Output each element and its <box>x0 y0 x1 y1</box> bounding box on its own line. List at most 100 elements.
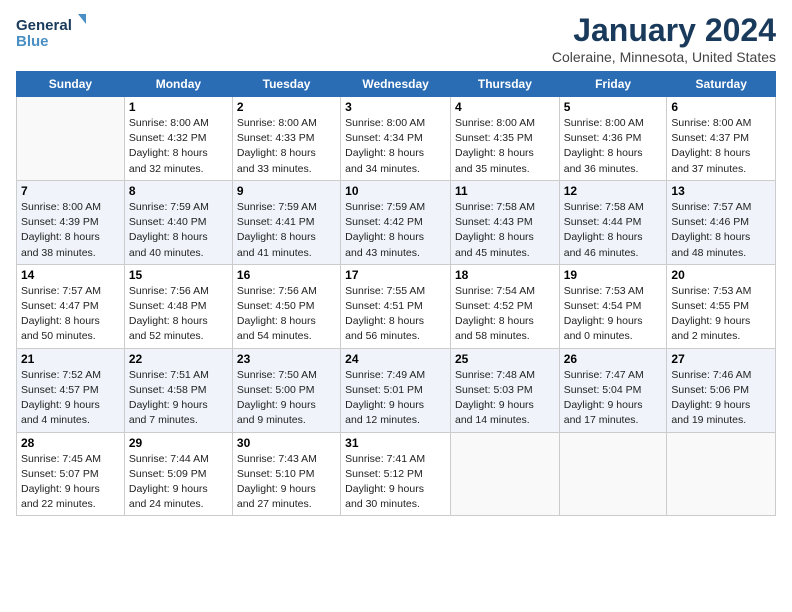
day-number: 13 <box>671 184 771 198</box>
calendar-cell: 31 Sunrise: 7:41 AMSunset: 5:12 PMDayligh… <box>341 432 451 516</box>
day-info: Sunrise: 7:54 AMSunset: 4:52 PMDaylight:… <box>455 284 555 345</box>
calendar-cell: 11Sunrise: 7:58 AMSunset: 4:43 PMDayligh… <box>450 180 559 264</box>
calendar-table: SundayMondayTuesdayWednesdayThursdayFrid… <box>16 71 776 516</box>
calendar-cell: 20 Sunrise: 7:53 AMSunset: 4:55 PMDayligh… <box>667 264 776 348</box>
calendar-cell: 30 Sunrise: 7:43 AMSunset: 5:10 PMDayligh… <box>232 432 340 516</box>
day-number: 25 <box>455 352 555 366</box>
calendar-cell: 21 Sunrise: 7:52 AMSunset: 4:57 PMDayligh… <box>17 348 125 432</box>
day-number: 12 <box>564 184 663 198</box>
calendar-cell: 25 Sunrise: 7:48 AMSunset: 5:03 PMDayligh… <box>450 348 559 432</box>
day-number: 26 <box>564 352 663 366</box>
calendar-cell <box>17 97 125 181</box>
day-info: Sunrise: 8:00 AMSunset: 4:37 PMDaylight:… <box>671 116 771 177</box>
calendar-cell: 16Sunrise: 7:56 AMSunset: 4:50 PMDayligh… <box>232 264 340 348</box>
day-info: Sunrise: 8:00 AMSunset: 4:35 PMDaylight:… <box>455 116 555 177</box>
day-number: 24 <box>345 352 446 366</box>
calendar-week-1: 1Sunrise: 8:00 AMSunset: 4:32 PMDaylight… <box>17 97 776 181</box>
day-info: Sunrise: 7:41 AMSunset: 5:12 PMDaylight:… <box>345 452 446 513</box>
day-info: Sunrise: 7:51 AMSunset: 4:58 PMDaylight:… <box>129 368 228 429</box>
day-number: 29 <box>129 436 228 450</box>
day-number: 21 <box>21 352 120 366</box>
day-number: 3 <box>345 100 446 114</box>
day-number: 8 <box>129 184 228 198</box>
col-header-thursday: Thursday <box>450 72 559 97</box>
col-header-monday: Monday <box>124 72 232 97</box>
day-info: Sunrise: 7:55 AMSunset: 4:51 PMDaylight:… <box>345 284 446 345</box>
calendar-cell: 19 Sunrise: 7:53 AMSunset: 4:54 PMDayligh… <box>559 264 667 348</box>
calendar-cell: 7 Sunrise: 8:00 AMSunset: 4:39 PMDaylight… <box>17 180 125 264</box>
header-row: General Blue January 2024 Coleraine, Min… <box>16 12 776 65</box>
day-number: 22 <box>129 352 228 366</box>
day-info: Sunrise: 7:58 AMSunset: 4:44 PMDaylight:… <box>564 200 663 261</box>
logo: General Blue <box>16 12 86 52</box>
day-number: 4 <box>455 100 555 114</box>
day-info: Sunrise: 7:53 AMSunset: 4:54 PMDaylight:… <box>564 284 663 345</box>
day-number: 31 <box>345 436 446 450</box>
day-number: 23 <box>237 352 336 366</box>
day-number: 18 <box>455 268 555 282</box>
day-number: 7 <box>21 184 120 198</box>
day-info: Sunrise: 7:57 AMSunset: 4:46 PMDaylight:… <box>671 200 771 261</box>
calendar-cell: 1Sunrise: 8:00 AMSunset: 4:32 PMDaylight… <box>124 97 232 181</box>
calendar-header-row: SundayMondayTuesdayWednesdayThursdayFrid… <box>17 72 776 97</box>
day-info: Sunrise: 7:56 AMSunset: 4:48 PMDaylight:… <box>129 284 228 345</box>
day-info: Sunrise: 8:00 AMSunset: 4:34 PMDaylight:… <box>345 116 446 177</box>
subtitle: Coleraine, Minnesota, United States <box>552 49 776 65</box>
calendar-cell <box>450 432 559 516</box>
day-number: 20 <box>671 268 771 282</box>
day-info: Sunrise: 7:45 AMSunset: 5:07 PMDaylight:… <box>21 452 120 513</box>
calendar-cell: 10Sunrise: 7:59 AMSunset: 4:42 PMDayligh… <box>341 180 451 264</box>
day-info: Sunrise: 7:59 AMSunset: 4:40 PMDaylight:… <box>129 200 228 261</box>
day-number: 10 <box>345 184 446 198</box>
day-number: 1 <box>129 100 228 114</box>
day-info: Sunrise: 7:58 AMSunset: 4:43 PMDaylight:… <box>455 200 555 261</box>
day-number: 17 <box>345 268 446 282</box>
svg-text:General: General <box>16 17 72 34</box>
day-number: 30 <box>237 436 336 450</box>
day-number: 2 <box>237 100 336 114</box>
day-info: Sunrise: 7:43 AMSunset: 5:10 PMDaylight:… <box>237 452 336 513</box>
day-number: 19 <box>564 268 663 282</box>
main-title: January 2024 <box>552 12 776 49</box>
calendar-week-4: 21 Sunrise: 7:52 AMSunset: 4:57 PMDayligh… <box>17 348 776 432</box>
day-info: Sunrise: 7:46 AMSunset: 5:06 PMDaylight:… <box>671 368 771 429</box>
calendar-cell: 13 Sunrise: 7:57 AMSunset: 4:46 PMDayligh… <box>667 180 776 264</box>
day-number: 5 <box>564 100 663 114</box>
calendar-cell: 29 Sunrise: 7:44 AMSunset: 5:09 PMDayligh… <box>124 432 232 516</box>
logo-svg: General Blue <box>16 12 86 52</box>
calendar-cell <box>667 432 776 516</box>
calendar-cell: 2 Sunrise: 8:00 AMSunset: 4:33 PMDaylight… <box>232 97 340 181</box>
col-header-tuesday: Tuesday <box>232 72 340 97</box>
day-info: Sunrise: 7:49 AMSunset: 5:01 PMDaylight:… <box>345 368 446 429</box>
calendar-week-2: 7 Sunrise: 8:00 AMSunset: 4:39 PMDaylight… <box>17 180 776 264</box>
calendar-cell: 9 Sunrise: 7:59 AMSunset: 4:41 PMDaylight… <box>232 180 340 264</box>
calendar-cell: 22 Sunrise: 7:51 AMSunset: 4:58 PMDayligh… <box>124 348 232 432</box>
calendar-cell: 5 Sunrise: 8:00 AMSunset: 4:36 PMDaylight… <box>559 97 667 181</box>
day-number: 28 <box>21 436 120 450</box>
calendar-cell: 4 Sunrise: 8:00 AMSunset: 4:35 PMDaylight… <box>450 97 559 181</box>
day-number: 9 <box>237 184 336 198</box>
day-info: Sunrise: 7:59 AMSunset: 4:41 PMDaylight:… <box>237 200 336 261</box>
day-number: 15 <box>129 268 228 282</box>
day-info: Sunrise: 8:00 AMSunset: 4:39 PMDaylight:… <box>21 200 120 261</box>
day-info: Sunrise: 8:00 AMSunset: 4:36 PMDaylight:… <box>564 116 663 177</box>
day-info: Sunrise: 8:00 AMSunset: 4:33 PMDaylight:… <box>237 116 336 177</box>
day-number: 14 <box>21 268 120 282</box>
day-info: Sunrise: 7:44 AMSunset: 5:09 PMDaylight:… <box>129 452 228 513</box>
day-info: Sunrise: 7:53 AMSunset: 4:55 PMDaylight:… <box>671 284 771 345</box>
day-info: Sunrise: 7:48 AMSunset: 5:03 PMDaylight:… <box>455 368 555 429</box>
col-header-friday: Friday <box>559 72 667 97</box>
day-info: Sunrise: 7:52 AMSunset: 4:57 PMDaylight:… <box>21 368 120 429</box>
page-container: General Blue January 2024 Coleraine, Min… <box>0 0 792 524</box>
calendar-cell: 3 Sunrise: 8:00 AMSunset: 4:34 PMDaylight… <box>341 97 451 181</box>
svg-text:Blue: Blue <box>16 33 49 50</box>
calendar-cell: 8 Sunrise: 7:59 AMSunset: 4:40 PMDaylight… <box>124 180 232 264</box>
day-number: 6 <box>671 100 771 114</box>
calendar-cell: 15 Sunrise: 7:56 AMSunset: 4:48 PMDayligh… <box>124 264 232 348</box>
title-block: January 2024 Coleraine, Minnesota, Unite… <box>552 12 776 65</box>
calendar-cell: 17 Sunrise: 7:55 AMSunset: 4:51 PMDayligh… <box>341 264 451 348</box>
calendar-cell: 28 Sunrise: 7:45 AMSunset: 5:07 PMDayligh… <box>17 432 125 516</box>
calendar-cell: 6 Sunrise: 8:00 AMSunset: 4:37 PMDaylight… <box>667 97 776 181</box>
day-number: 27 <box>671 352 771 366</box>
calendar-cell: 23Sunrise: 7:50 AMSunset: 5:00 PMDayligh… <box>232 348 340 432</box>
